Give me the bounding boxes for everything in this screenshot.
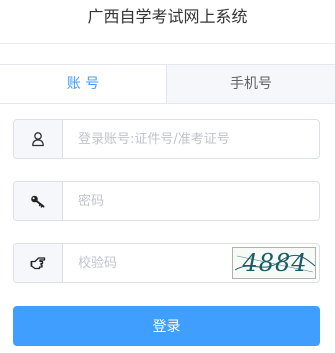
login-tabs: 账 号 手机号: [0, 64, 335, 104]
captcha-input[interactable]: [63, 244, 232, 282]
captcha-field: 4884: [13, 243, 320, 283]
captcha-text: 4884: [242, 249, 308, 277]
login-button[interactable]: 登录: [13, 306, 320, 346]
account-input[interactable]: [63, 120, 319, 158]
page-title: 广西自学考试网上系统: [87, 7, 248, 26]
tab-account[interactable]: 账 号: [0, 65, 167, 103]
login-page: 广西自学考试网上系统 账 号 手机号 登录账号:证件号/准考证号 校验码 488…: [0, 0, 335, 353]
user-icon: [31, 131, 45, 147]
title-divider: [0, 43, 335, 44]
password-prepend: [14, 182, 63, 220]
pointing-hand-icon: [30, 256, 46, 270]
account-prepend: [14, 120, 63, 158]
tab-mobile[interactable]: 手机号: [167, 65, 335, 103]
key-icon: [30, 194, 46, 208]
captcha-image[interactable]: 4884: [232, 247, 316, 279]
captcha-prepend: [14, 244, 63, 282]
password-input[interactable]: [63, 182, 319, 220]
account-field: [13, 119, 320, 159]
password-field: [13, 181, 320, 221]
